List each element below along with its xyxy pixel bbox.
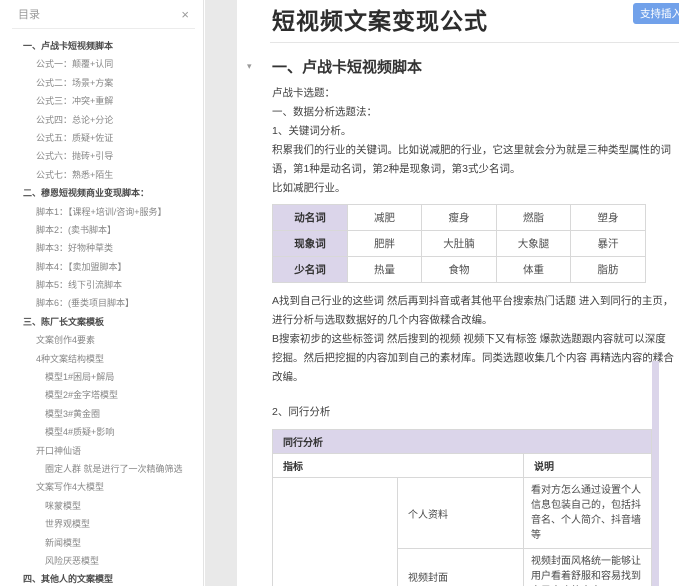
toc-item[interactable]: 模型4#质疑+影响 (0, 423, 203, 441)
toc-item[interactable]: 模型2#金字塔模型 (0, 386, 203, 404)
table-cell: 燃脂 (496, 204, 571, 231)
body-text: A找到自己行业的这些词 然后再到抖音或者其他平台搜索热门话题 进入到同行的主页，… (272, 292, 674, 422)
toc-item[interactable]: 脚本4：【卖加盟脚本】 (0, 258, 203, 276)
toc-item[interactable]: 二、穆恩短视频商业变现脚本： (0, 184, 203, 202)
table-row: 账号分析 个人资料 看对方怎么通过设置个人信息包装自己的，包括抖音名、个人简介、… (272, 477, 653, 586)
toc-item[interactable]: 世界观模型 (0, 515, 203, 533)
paragraph: A找到自己行业的这些词 然后再到抖音或者其他平台搜索热门话题 进入到同行的主页，… (272, 295, 674, 326)
paragraph: 比如减肥行业。 (272, 182, 346, 194)
toc-item[interactable]: 风险厌恶模型 (0, 552, 203, 570)
table-title-cell: 同行分析 (271, 429, 653, 454)
section-heading: 一、卢战卡短视频脚本 (272, 59, 423, 76)
document-page: 支持插入表 短视频文案变现公式 ▾ 一、卢战卡短视频脚本 卢战卡选题： 一、数据… (237, 0, 679, 586)
close-icon[interactable]: × (181, 8, 189, 21)
toc-item[interactable]: 模型1#困局+解局 (0, 368, 203, 386)
paragraph: 一、数据分析选题法： (272, 106, 377, 118)
table-row: 少名词 热量 食物 体重 脂肪 (272, 256, 646, 283)
paragraph: B搜索初步的这些标签词 然后搜到的视频 视频下又有标签 爆款选题跟内容就可以深度… (272, 333, 674, 383)
body-text: 卢战卡选题： 一、数据分析选题法： 1、关键词分析。 积累我们的行业的关键词。比… (272, 84, 674, 198)
collapse-icon[interactable]: ▾ (247, 61, 272, 72)
toc-item[interactable]: 开口神仙语 (0, 442, 203, 460)
table-cell: 大肚腩 (421, 230, 497, 257)
toc-header: 目录 × (12, 0, 195, 29)
row-group-cell: 账号分析 (272, 477, 398, 586)
toc-item[interactable]: 脚本6：(垂类项目脚本】 (0, 294, 203, 312)
table-cell: 暴汗 (570, 230, 646, 257)
toc-item[interactable]: 公式五：质疑+佐证 (0, 129, 203, 147)
indicator-cell: 个人资料 (397, 477, 524, 549)
toc-item[interactable]: 公式一：颠覆+认同 (0, 55, 203, 73)
peer-analysis-table: 同行分析 指标 说明 账号分析 个人资料 看对方怎么通过设置个人信息包装自己的，… (271, 429, 653, 586)
toc-item[interactable]: 圈定人群 就是进行了一次精确筛选 (0, 460, 203, 478)
toc-item[interactable]: 公式七：熟悉+陌生 (0, 166, 203, 184)
description-cell: 视频封面风格统一能够让用户看着舒服和容易找到自己喜欢的内容 (522, 548, 653, 586)
row-header-cell: 少名词 (272, 256, 348, 283)
description-cell: 看对方怎么通过设置个人信息包装自己的，包括抖音名、个人简介、抖音墙等 (522, 477, 653, 549)
paragraph: 卢战卡选题： (272, 87, 335, 99)
toc-item[interactable]: 文案写作4大模型 (0, 478, 203, 496)
clipped-column-edge (652, 361, 659, 586)
toc-item[interactable]: 脚本3：好物种草类 (0, 239, 203, 257)
toc-item[interactable]: 一、卢战卡短视频脚本 (0, 37, 203, 55)
toc-title: 目录 (18, 9, 40, 21)
toc-list: 一、卢战卡短视频脚本 公式一：颠覆+认同 公式二：场景+方案 公式三：冲突+重解 公式四… (0, 37, 203, 586)
page-gutter (205, 0, 237, 586)
row-header-cell: 动名词 (272, 204, 348, 231)
paragraph: 积累我们的行业的关键词。比如说减肥的行业，它这里就会分为就是三种类型属性的词语，… (272, 144, 671, 175)
toc-item[interactable]: 4种文案结构模型 (0, 350, 203, 368)
table-row: 现象词 肥胖 大肚腩 大象腿 暴汗 (272, 230, 646, 257)
table-header-row: 指标 说明 (272, 453, 653, 478)
doc-title-divider: 短视频文案变现公式 (270, 0, 679, 43)
toc-item[interactable]: 文案创作4要素 (0, 331, 203, 349)
table-row: 动名词 减肥 瘦身 燃脂 塑身 (272, 204, 646, 231)
toc-item[interactable]: 脚本1：【课程+培训/咨询+服务】 (0, 203, 203, 221)
toc-item[interactable]: 新闻模型 (0, 534, 203, 552)
table-title-row: 同行分析 (271, 429, 653, 454)
table-cell: 瘦身 (421, 204, 497, 231)
toc-item[interactable]: 脚本2：(卖书脚本】 (0, 221, 203, 239)
toc-item[interactable]: 公式三：冲突+重解 (0, 92, 203, 110)
toc-item[interactable]: 四、其他人的文案模型 (0, 570, 203, 586)
table-cell: 塑身 (570, 204, 646, 231)
table-cell: 肥胖 (347, 230, 422, 257)
row-header-cell: 现象词 (272, 230, 348, 257)
toc-item[interactable]: 脚本5：线下引流脚本 (0, 276, 203, 294)
toc-item[interactable]: 三、陈厂长文案模板 (0, 313, 203, 331)
table-cell: 减肥 (347, 204, 422, 231)
paragraph: 1、关键词分析。 (272, 125, 352, 137)
insert-button[interactable]: 支持插入表 (633, 3, 679, 24)
page-title: 短视频文案变现公式 (272, 8, 488, 34)
table-cell: 食物 (421, 256, 497, 283)
table-cell: 热量 (347, 256, 422, 283)
toc-item[interactable]: 公式四：总论+分论 (0, 111, 203, 129)
indicator-cell: 视频封面 (397, 548, 524, 586)
sub-heading: 2、同行分析 (272, 406, 331, 418)
table-cell: 脂肪 (570, 256, 646, 283)
section-heading-row: ▾ 一、卢战卡短视频脚本 (247, 56, 679, 77)
column-header-indicator: 指标 (272, 453, 524, 478)
toc-item[interactable]: 公式二：场景+方案 (0, 74, 203, 92)
toc-sidebar: 目录 × 一、卢战卡短视频脚本 公式一：颠覆+认同 公式二：场景+方案 公式三：冲突+… (0, 0, 204, 586)
keyword-table: 动名词 减肥 瘦身 燃脂 塑身 现象词 肥胖 大肚腩 大象腿 暴汗 少名词 热量… (272, 204, 646, 283)
table-cell: 大象腿 (496, 230, 571, 257)
column-header-description: 说明 (522, 453, 653, 478)
toc-item[interactable]: 模型3#黄金圈 (0, 405, 203, 423)
toc-item[interactable]: 公式六：抛砖+引导 (0, 147, 203, 165)
table-cell: 体重 (496, 256, 571, 283)
toc-item[interactable]: 咪蒙模型 (0, 497, 203, 515)
